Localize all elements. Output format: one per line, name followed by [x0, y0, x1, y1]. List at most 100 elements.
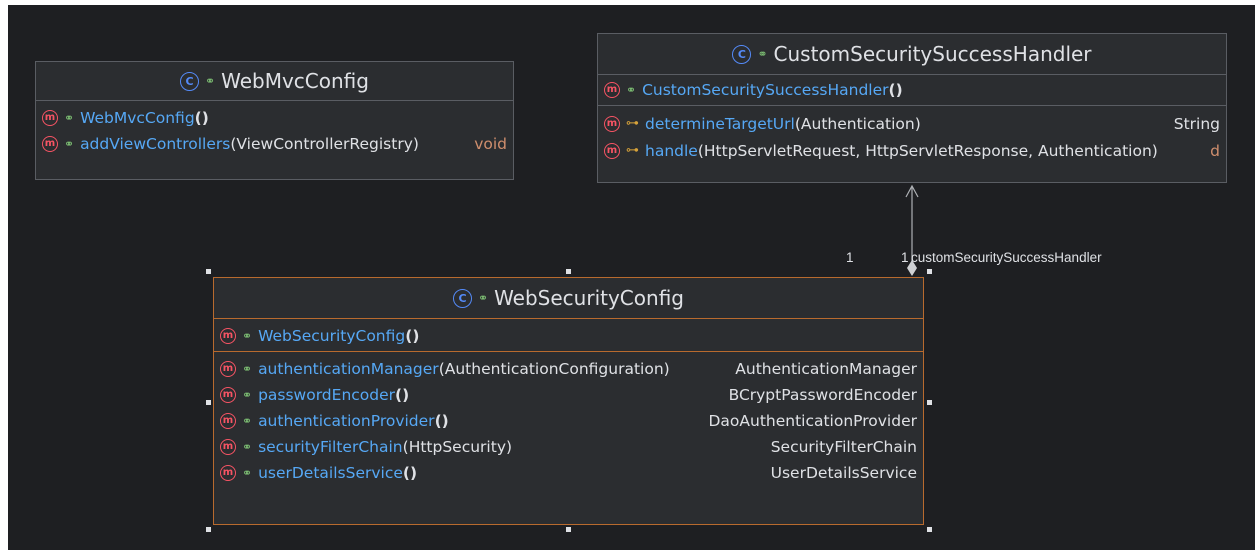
- class-icon: C: [732, 44, 752, 64]
- constructor-row[interactable]: m ⚭ CustomSecuritySuccessHandler(): [598, 77, 1226, 103]
- paren-close: ): [441, 412, 449, 430]
- class-header: C ⚭ WebSecurityConfig: [214, 278, 923, 319]
- paren-close: ): [1151, 141, 1158, 160]
- method-icon: m: [220, 361, 236, 377]
- method-name: addViewControllers: [80, 135, 231, 153]
- method-row[interactable]: m ⊶ handle(HttpServletRequest, HttpServl…: [598, 137, 1226, 164]
- method-row[interactable]: m ⚭ authenticationProvider() DaoAuthenti…: [214, 408, 923, 434]
- paren-close: ): [409, 464, 418, 482]
- method-row[interactable]: m ⚭ userDetailsService() UserDetailsServ…: [214, 460, 923, 486]
- method-name: authenticationManager: [258, 360, 439, 378]
- public-icon: ⚭: [64, 111, 75, 125]
- method-name: authenticationProvider: [258, 412, 435, 430]
- return-type: String: [1173, 114, 1220, 133]
- method-params: HttpSecurity: [408, 438, 506, 456]
- return-type: SecurityFilterChain: [770, 438, 917, 456]
- paren-open: (: [888, 81, 896, 99]
- method-icon: m: [604, 142, 620, 159]
- paren-close: ): [412, 135, 419, 153]
- constructor-section: m ⚭ CustomSecuritySuccessHandler(): [598, 75, 1226, 106]
- resize-handle[interactable]: [206, 269, 211, 274]
- method-name: WebSecurityConfig: [258, 327, 406, 345]
- method-row[interactable]: m ⚭ addViewControllers(ViewControllerReg…: [36, 131, 513, 157]
- paren-close: ): [412, 327, 420, 345]
- public-icon: ⚭: [242, 440, 253, 454]
- method-section: m ⚭ WebMvcConfig() m ⚭ addViewController…: [36, 101, 513, 157]
- method-name: WebMvcConfig: [80, 109, 195, 127]
- method-params: AuthenticationConfiguration: [444, 360, 664, 378]
- public-icon: ⚭: [242, 414, 253, 428]
- paren-close: ): [402, 386, 410, 404]
- method-icon: m: [220, 413, 236, 429]
- public-icon: ⚭: [626, 83, 637, 97]
- role-label: customSecuritySuccessHandler: [911, 250, 1102, 265]
- paren-open: (: [434, 412, 442, 430]
- return-type: d: [1210, 141, 1220, 160]
- method-icon: m: [42, 110, 58, 126]
- method-section: m ⊶ determineTargetUrl(Authentication) S…: [598, 106, 1226, 164]
- public-icon: ⚭: [242, 329, 253, 343]
- return-type: void: [474, 135, 507, 153]
- public-icon: ⚭: [478, 291, 489, 305]
- method-name: handle: [645, 141, 698, 160]
- paren-close: ): [895, 81, 903, 99]
- public-icon: ⚭: [242, 362, 253, 376]
- resize-handle[interactable]: [927, 527, 932, 532]
- resize-handle[interactable]: [927, 269, 932, 274]
- paren-open: (: [194, 109, 202, 127]
- class-name: CustomSecuritySuccessHandler: [773, 42, 1092, 66]
- diagram-canvas[interactable]: C ⚭ WebMvcConfig m ⚭ WebMvcConfig() m ⚭ …: [8, 5, 1255, 550]
- method-row[interactable]: m ⚭ securityFilterChain(HttpSecurity) Se…: [214, 434, 923, 460]
- return-type: UserDetailsService: [770, 464, 917, 482]
- target-multiplicity: 1: [901, 250, 909, 265]
- class-name: WebMvcConfig: [221, 69, 369, 93]
- resize-handle[interactable]: [566, 269, 571, 274]
- paren-close: ): [506, 438, 513, 456]
- class-header: C ⚭ WebMvcConfig: [36, 62, 513, 101]
- paren-close: ): [201, 109, 209, 127]
- method-row[interactable]: m ⊶ determineTargetUrl(Authentication) S…: [598, 110, 1226, 137]
- public-icon: ⚭: [205, 74, 216, 88]
- resize-handle[interactable]: [206, 527, 211, 532]
- resize-handle[interactable]: [566, 527, 571, 532]
- method-params: ViewControllerRegistry: [236, 135, 413, 153]
- class-icon: C: [453, 288, 473, 308]
- class-name: WebSecurityConfig: [494, 286, 684, 310]
- class-icon: C: [180, 71, 200, 91]
- resize-handle[interactable]: [927, 400, 932, 405]
- constructor-row[interactable]: m ⚭ WebSecurityConfig(): [214, 323, 923, 349]
- method-row[interactable]: m ⚭ passwordEncoder() BCryptPasswordEnco…: [214, 382, 923, 408]
- method-icon: m: [42, 136, 58, 152]
- resize-handle[interactable]: [206, 400, 211, 405]
- paren-close: ): [914, 114, 921, 133]
- method-row[interactable]: m ⚭ WebMvcConfig(): [36, 105, 513, 131]
- method-params: HttpServletRequest, HttpServletResponse,…: [703, 141, 1152, 160]
- public-icon: ⚭: [64, 137, 75, 151]
- method-name: CustomSecuritySuccessHandler: [642, 81, 889, 99]
- method-row[interactable]: m ⚭ authenticationManager(Authentication…: [214, 356, 923, 382]
- class-customsecuritysuccesshandler[interactable]: C ⚭ CustomSecuritySuccessHandler m ⚭ Cus…: [597, 33, 1227, 183]
- class-websecurityconfig[interactable]: C ⚭ WebSecurityConfig m ⚭ WebSecurityCon…: [213, 277, 924, 525]
- method-icon: m: [220, 387, 236, 403]
- class-header: C ⚭ CustomSecuritySuccessHandler: [598, 34, 1226, 75]
- key-icon: ⊶: [626, 116, 639, 131]
- key-icon: ⊶: [626, 143, 639, 158]
- method-params: Authentication: [800, 114, 915, 133]
- public-icon: ⚭: [242, 466, 253, 480]
- paren-open: (: [395, 386, 403, 404]
- method-icon: m: [604, 115, 620, 132]
- public-icon: ⚭: [757, 47, 768, 61]
- source-multiplicity: 1: [846, 250, 854, 265]
- return-type: BCryptPasswordEncoder: [728, 386, 917, 404]
- method-icon: m: [604, 82, 620, 98]
- paren-close: ): [663, 360, 670, 378]
- method-icon: m: [220, 439, 236, 455]
- method-icon: m: [220, 328, 236, 344]
- paren-open: (: [402, 464, 410, 482]
- constructor-section: m ⚭ WebSecurityConfig(): [214, 319, 923, 352]
- method-icon: m: [220, 465, 236, 481]
- method-name: determineTargetUrl: [645, 114, 795, 133]
- class-webmvcconfig[interactable]: C ⚭ WebMvcConfig m ⚭ WebMvcConfig() m ⚭ …: [35, 61, 514, 180]
- return-type: AuthenticationManager: [735, 360, 917, 378]
- method-name: securityFilterChain: [258, 438, 403, 456]
